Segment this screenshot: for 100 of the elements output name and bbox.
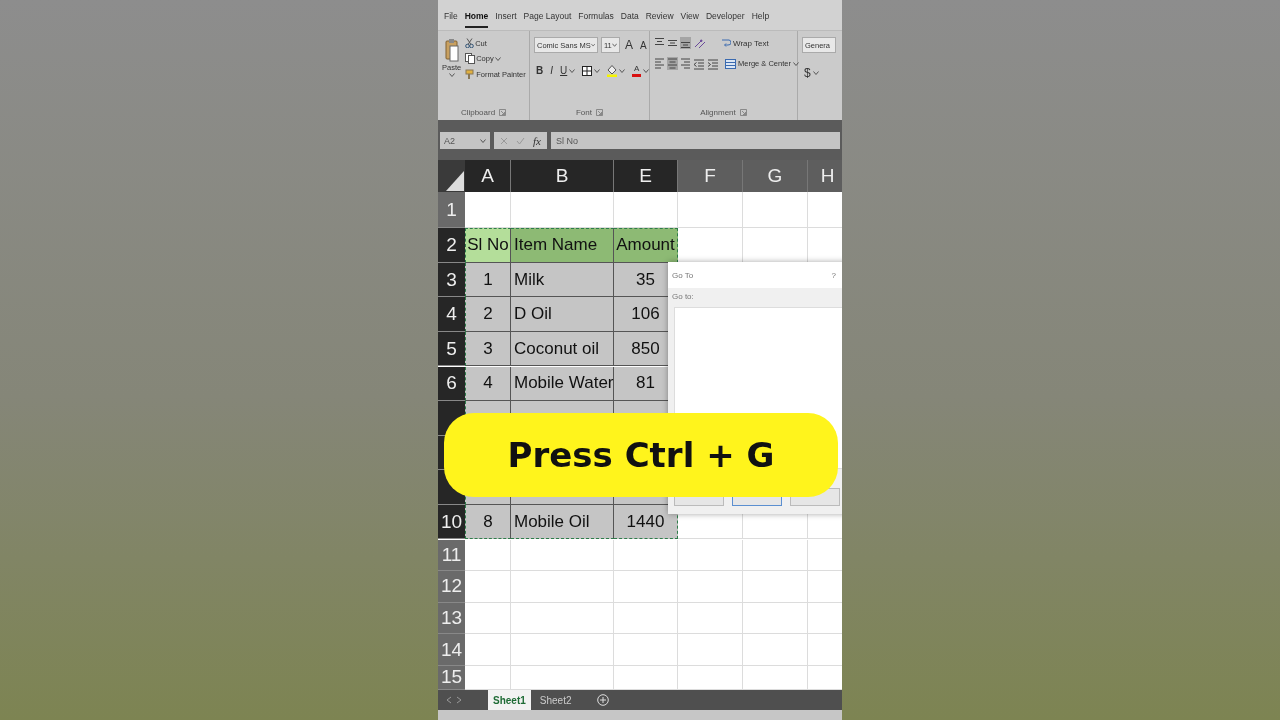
launcher-icon[interactable] bbox=[596, 109, 603, 116]
column-header[interactable]: E bbox=[614, 160, 678, 192]
column-header[interactable]: H bbox=[808, 160, 842, 192]
check-icon bbox=[516, 136, 525, 145]
caret-icon[interactable] bbox=[594, 68, 601, 73]
underline-button[interactable]: U bbox=[558, 64, 578, 77]
add-sheet-icon[interactable] bbox=[596, 694, 609, 706]
ribbon-tab[interactable]: Insert bbox=[495, 11, 517, 28]
empty-cell[interactable] bbox=[511, 602, 614, 635]
empty-cell[interactable] bbox=[743, 192, 808, 229]
scissors-icon[interactable] bbox=[465, 38, 475, 48]
ribbon-tab[interactable]: File bbox=[444, 11, 458, 28]
italic-button[interactable]: I bbox=[548, 64, 555, 77]
empty-cell[interactable] bbox=[614, 539, 678, 572]
table-cell: 1440 bbox=[614, 504, 678, 540]
row-header[interactable]: 4 bbox=[438, 297, 465, 332]
caret-icon[interactable] bbox=[619, 68, 626, 73]
ribbon-tab[interactable]: Developer bbox=[705, 11, 745, 28]
shrink-font-button[interactable]: A bbox=[638, 38, 649, 52]
orientation-icon[interactable] bbox=[693, 37, 707, 49]
formula-field[interactable]: Sl No bbox=[550, 132, 840, 149]
empty-cell[interactable] bbox=[614, 602, 678, 635]
empty-cell[interactable] bbox=[678, 634, 743, 666]
empty-cell[interactable] bbox=[743, 634, 808, 666]
row-header[interactable]: 13 bbox=[438, 602, 465, 635]
clipboard-icon[interactable] bbox=[444, 38, 459, 62]
column-header[interactable]: G bbox=[743, 160, 808, 192]
launcher-icon[interactable] bbox=[499, 109, 507, 116]
empty-cell[interactable] bbox=[614, 571, 678, 603]
empty-cell[interactable] bbox=[511, 571, 614, 603]
empty-cell[interactable] bbox=[678, 192, 743, 229]
empty-cell[interactable] bbox=[678, 602, 743, 635]
bold-button[interactable]: B bbox=[534, 64, 546, 77]
empty-cell[interactable] bbox=[743, 571, 808, 603]
caret-icon[interactable] bbox=[643, 68, 650, 73]
row-header[interactable]: 11 bbox=[438, 539, 465, 572]
row-header[interactable]: 6 bbox=[438, 366, 465, 402]
ribbon-tab[interactable]: Page Layout bbox=[523, 11, 572, 28]
table-cell: Mobile Oil bbox=[511, 504, 614, 540]
borders-button[interactable] bbox=[580, 64, 603, 77]
row-header[interactable]: 10 bbox=[438, 504, 465, 540]
empty-cell[interactable] bbox=[678, 539, 743, 572]
row-header[interactable]: 12 bbox=[438, 571, 465, 603]
empty-cell[interactable] bbox=[678, 665, 743, 690]
row-header[interactable]: 5 bbox=[438, 331, 465, 367]
ribbon-tab[interactable]: Help bbox=[751, 11, 770, 28]
previous-sheet-icon[interactable] bbox=[446, 696, 452, 704]
empty-cell[interactable] bbox=[511, 665, 614, 690]
wrap-text-button[interactable]: Wrap Text bbox=[719, 37, 771, 49]
row-header[interactable]: 15 bbox=[438, 665, 465, 690]
ribbon-tab[interactable]: Review bbox=[645, 11, 674, 28]
font-color-button[interactable]: A bbox=[630, 63, 652, 78]
help-button[interactable]: ? bbox=[831, 270, 836, 280]
caret-icon[interactable] bbox=[812, 71, 819, 75]
empty-cell[interactable] bbox=[511, 539, 614, 572]
align-right-icon[interactable] bbox=[680, 57, 691, 70]
ribbon-tab[interactable]: Data bbox=[620, 11, 639, 28]
row-header[interactable]: 14 bbox=[438, 634, 465, 666]
empty-cell[interactable] bbox=[678, 571, 743, 603]
caret-icon[interactable] bbox=[611, 43, 617, 47]
align-center-icon[interactable] bbox=[667, 57, 678, 70]
ribbon-tab[interactable]: View bbox=[680, 11, 699, 28]
caret-icon[interactable] bbox=[569, 68, 576, 73]
table-cell: 4 bbox=[465, 366, 511, 402]
launcher-icon[interactable] bbox=[739, 109, 747, 116]
caret-icon[interactable] bbox=[448, 73, 455, 77]
brush-icon[interactable] bbox=[465, 69, 476, 80]
column-header[interactable]: A bbox=[465, 160, 511, 192]
align-middle-icon[interactable] bbox=[667, 37, 678, 49]
empty-cell[interactable] bbox=[614, 634, 678, 666]
insert-function-button[interactable]: fx bbox=[533, 134, 541, 147]
ribbon-tab[interactable]: Formulas bbox=[578, 11, 614, 28]
empty-cell[interactable] bbox=[614, 665, 678, 690]
next-sheet-icon[interactable] bbox=[456, 696, 462, 704]
increase-indent-icon[interactable] bbox=[707, 57, 719, 70]
sheet-tab[interactable]: Sheet2 bbox=[534, 690, 577, 710]
align-bottom-icon[interactable] bbox=[680, 37, 691, 49]
currency-button[interactable]: $ bbox=[802, 65, 821, 81]
row-header[interactable]: 3 bbox=[438, 262, 465, 298]
empty-cell[interactable] bbox=[743, 665, 808, 690]
empty-cell[interactable] bbox=[511, 634, 614, 666]
caret-icon[interactable] bbox=[792, 61, 799, 66]
fill-color-button[interactable] bbox=[605, 63, 628, 78]
decrease-indent-icon[interactable] bbox=[693, 57, 705, 70]
align-left-icon[interactable] bbox=[654, 57, 665, 70]
copy-icon[interactable] bbox=[465, 53, 476, 64]
row-header[interactable]: 1 bbox=[438, 192, 465, 229]
sheet-tab[interactable]: Sheet1 bbox=[488, 690, 531, 710]
name-box[interactable]: A2 bbox=[440, 132, 490, 149]
caret-icon[interactable] bbox=[494, 56, 501, 61]
row-header[interactable]: 2 bbox=[438, 228, 465, 263]
column-header[interactable]: B bbox=[511, 160, 614, 192]
grow-font-button[interactable]: A bbox=[623, 37, 635, 53]
caret-icon[interactable] bbox=[590, 43, 595, 47]
table-cell: D Oil bbox=[511, 297, 614, 332]
caret-icon[interactable] bbox=[480, 138, 486, 143]
empty-cell[interactable] bbox=[743, 539, 808, 572]
empty-cell[interactable] bbox=[743, 602, 808, 635]
ribbon-tab[interactable]: Home bbox=[464, 11, 489, 28]
column-header[interactable]: F bbox=[678, 160, 743, 192]
